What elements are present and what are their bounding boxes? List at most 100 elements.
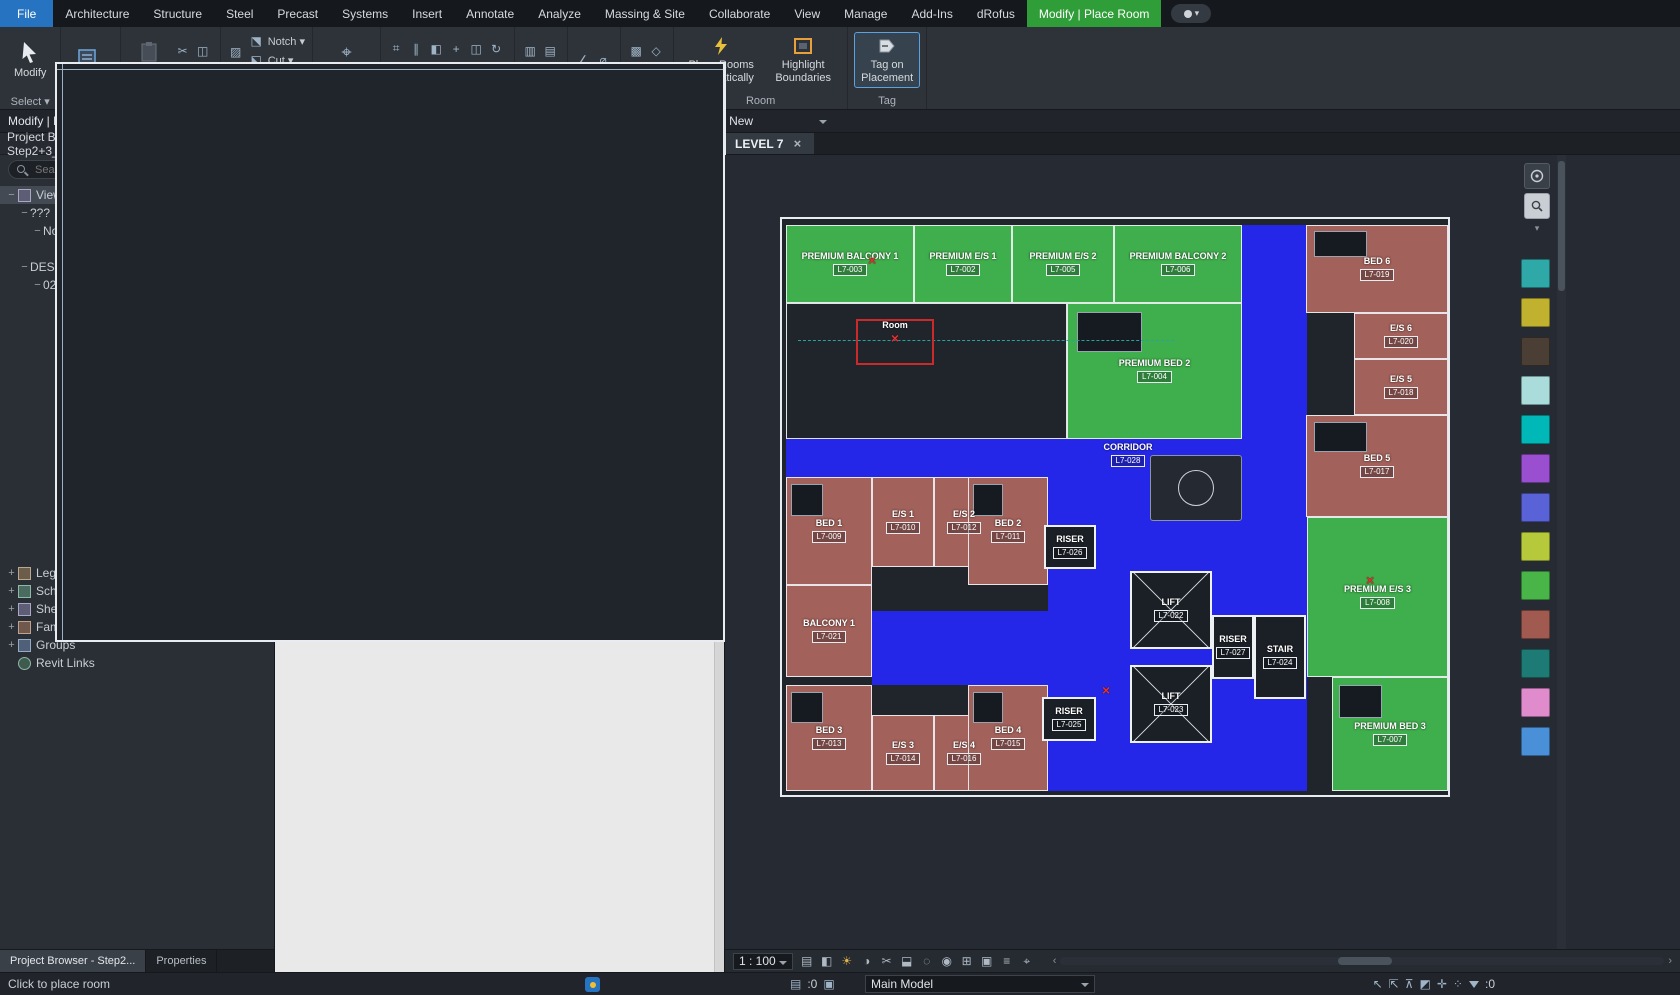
scroll-left-icon[interactable]: ‹ bbox=[1053, 955, 1057, 967]
select-by-face-icon[interactable]: ◩ bbox=[1420, 977, 1431, 991]
palette-swatch-8[interactable] bbox=[1521, 532, 1550, 561]
crop-region-icon[interactable]: ⬓ bbox=[899, 953, 915, 969]
close-icon[interactable]: × bbox=[790, 136, 804, 151]
room-l7-004[interactable]: PREMIUM BED 2L7-004 bbox=[1067, 303, 1242, 439]
room-number-tag[interactable]: L7-010 bbox=[886, 522, 921, 534]
offset-icon[interactable]: ∥ bbox=[408, 41, 424, 57]
highlight-boundaries-button[interactable]: Highlight Boundaries bbox=[766, 33, 840, 87]
analytical-model-icon[interactable]: ≡ bbox=[999, 953, 1015, 969]
room-separator-icon[interactable]: ▩ bbox=[628, 43, 644, 59]
room-blue-zone[interactable] bbox=[872, 611, 1048, 685]
palette-swatch-6[interactable] bbox=[1521, 454, 1550, 483]
scroll-right-icon[interactable]: › bbox=[1668, 955, 1672, 967]
bottom-tab-properties[interactable]: Properties bbox=[146, 950, 217, 972]
copy-icon[interactable]: ◫ bbox=[468, 41, 484, 57]
room-l7-010[interactable]: E/S 1L7-010 bbox=[872, 477, 934, 567]
room-number-tag[interactable]: L7-016 bbox=[947, 753, 982, 765]
room-l7-013[interactable]: BED 3L7-013 bbox=[786, 685, 872, 791]
bottom-tab-project-browser[interactable]: Project Browser - Step2... bbox=[0, 950, 146, 972]
room-number-tag[interactable]: L7-008 bbox=[1360, 597, 1395, 609]
file-menu-button[interactable]: File bbox=[0, 0, 53, 27]
select-panel-caption[interactable]: Select ▾ bbox=[0, 93, 60, 109]
room-number-tag[interactable]: L7-004 bbox=[1137, 371, 1172, 383]
room-l7-018[interactable]: E/S 5L7-018 bbox=[1354, 359, 1448, 415]
room-l7-008[interactable]: PREMIUM E/S 3L7-008 bbox=[1307, 517, 1448, 677]
palette-swatch-3[interactable] bbox=[1521, 337, 1550, 366]
thin-lines-icon[interactable]: ▥ bbox=[522, 43, 538, 59]
worksharing-display-icon[interactable]: ⊞ bbox=[959, 953, 975, 969]
room-number-tag[interactable]: L7-006 bbox=[1161, 264, 1196, 276]
room-l7-026[interactable]: RISERL7-026 bbox=[1044, 525, 1096, 569]
selection-dots-icon[interactable]: ⁘ bbox=[1453, 977, 1463, 991]
room-number-tag[interactable]: L7-007 bbox=[1373, 734, 1408, 746]
detail-level-icon[interactable]: ▤ bbox=[799, 953, 815, 969]
room-number-tag[interactable]: L7-021 bbox=[812, 631, 847, 643]
tree-expander-icon[interactable]: − bbox=[19, 207, 30, 219]
room-number-tag[interactable]: L7-005 bbox=[1046, 264, 1081, 276]
room-l7-007[interactable]: PREMIUM BED 3L7-007 bbox=[1332, 677, 1448, 791]
tree-expander-icon[interactable]: + bbox=[6, 621, 17, 633]
room-number-tag[interactable]: L7-003 bbox=[833, 264, 868, 276]
room-number-tag[interactable]: L7-025 bbox=[1052, 719, 1087, 731]
room-l7-023[interactable]: LIFTL7-023 bbox=[1130, 665, 1212, 743]
navbar-options-icon[interactable]: ▾ bbox=[1535, 223, 1540, 234]
room-number-tag[interactable]: L7-014 bbox=[886, 753, 921, 765]
tree-expander-icon[interactable]: + bbox=[6, 639, 17, 651]
room-l7-017[interactable]: BED 5L7-017 bbox=[1306, 415, 1448, 517]
ribbon-tab-add-ins[interactable]: Add-Ins bbox=[899, 0, 964, 27]
room-l7-022[interactable]: LIFTL7-022 bbox=[1130, 571, 1212, 649]
cloud-icon[interactable]: ▾ bbox=[1171, 4, 1211, 23]
tab-modify-place-room[interactable]: Modify | Place Room bbox=[1027, 0, 1162, 27]
room-number-tag[interactable]: L7-026 bbox=[1053, 547, 1088, 559]
steering-wheel-icon[interactable] bbox=[1524, 163, 1550, 189]
zoom-icon[interactable] bbox=[1524, 193, 1550, 219]
floor-plan[interactable]: PREMIUM BALCONY 1L7-003PREMIUM E/S 1L7-0… bbox=[780, 217, 1450, 797]
constraints-icon[interactable]: ⌖ bbox=[1019, 953, 1035, 969]
room-number-tag[interactable]: L7-024 bbox=[1263, 657, 1298, 669]
ribbon-tab-structure[interactable]: Structure bbox=[141, 0, 214, 27]
model-canvas[interactable]: PREMIUM BALCONY 1L7-003PREMIUM E/S 1L7-0… bbox=[725, 155, 1680, 949]
room-l7-006[interactable]: PREMIUM BALCONY 2L7-006 bbox=[1114, 225, 1242, 303]
tree-expander-icon[interactable]: + bbox=[6, 603, 17, 615]
room-number-tag[interactable]: L7-012 bbox=[947, 522, 982, 534]
crop-view-icon[interactable]: ✂ bbox=[879, 953, 895, 969]
room-l7-021[interactable]: BALCONY 1L7-021 bbox=[786, 585, 872, 677]
room-number-tag[interactable]: L7-023 bbox=[1154, 704, 1189, 716]
room-number-tag[interactable]: L7-019 bbox=[1360, 269, 1395, 281]
scale-dropdown[interactable]: 1 : 100 bbox=[733, 953, 793, 970]
tree-expander-icon[interactable]: − bbox=[6, 189, 17, 201]
palette-swatch-2[interactable] bbox=[1521, 298, 1550, 327]
ribbon-tab-steel[interactable]: Steel bbox=[214, 0, 265, 27]
room-number-tag[interactable]: L7-028 bbox=[1111, 455, 1146, 467]
ribbon-tab-analyze[interactable]: Analyze bbox=[526, 0, 593, 27]
room-l7-014[interactable]: E/S 3L7-014 bbox=[872, 715, 934, 791]
palette-swatch-13[interactable] bbox=[1521, 727, 1550, 756]
room-placement-preview[interactable]: Room× bbox=[856, 319, 934, 365]
design-options-icon[interactable]: ▣ bbox=[823, 977, 834, 991]
room-number-tag[interactable]: L7-017 bbox=[1360, 466, 1395, 478]
view-tab-level7[interactable]: LEVEL 7 × bbox=[725, 133, 814, 154]
room-number-tag[interactable]: L7-020 bbox=[1384, 336, 1419, 348]
ribbon-tab-insert[interactable]: Insert bbox=[400, 0, 454, 27]
rotate-icon[interactable]: ↻ bbox=[488, 41, 504, 57]
room-l7-024[interactable]: STAIRL7-024 bbox=[1254, 615, 1306, 699]
palette-swatch-1[interactable] bbox=[1521, 259, 1550, 288]
select-underlay-icon[interactable]: ⇱ bbox=[1389, 977, 1399, 991]
room-l7-020[interactable]: E/S 6L7-020 bbox=[1354, 313, 1448, 359]
show-hidden-lines-icon[interactable]: ▤ bbox=[542, 43, 558, 59]
select-links-icon[interactable]: ↖ bbox=[1373, 977, 1383, 991]
select-pinned-icon[interactable]: ⊼ bbox=[1405, 977, 1414, 991]
create-group-icon[interactable]: ◇ bbox=[648, 43, 664, 59]
main-model-dropdown[interactable]: Main Model bbox=[865, 975, 1095, 993]
notch-menu[interactable]: ⬔Notch ▾ bbox=[249, 32, 305, 50]
sun-path-icon[interactable]: ☀ bbox=[839, 953, 855, 969]
room-l7-015[interactable]: BED 4L7-015 bbox=[968, 685, 1048, 791]
ribbon-tab-architecture[interactable]: Architecture bbox=[53, 0, 141, 27]
palette-swatch-9[interactable] bbox=[1521, 571, 1550, 600]
canvas-vertical-scrollbar[interactable] bbox=[1557, 155, 1566, 949]
room-l7-009[interactable]: BED 1L7-009 bbox=[786, 477, 872, 585]
temporary-view-icon[interactable]: ▣ bbox=[979, 953, 995, 969]
reveal-hidden-icon[interactable]: ◉ bbox=[939, 953, 955, 969]
filter-icon[interactable] bbox=[1469, 981, 1479, 993]
align-icon[interactable]: ⌗ bbox=[388, 41, 404, 57]
